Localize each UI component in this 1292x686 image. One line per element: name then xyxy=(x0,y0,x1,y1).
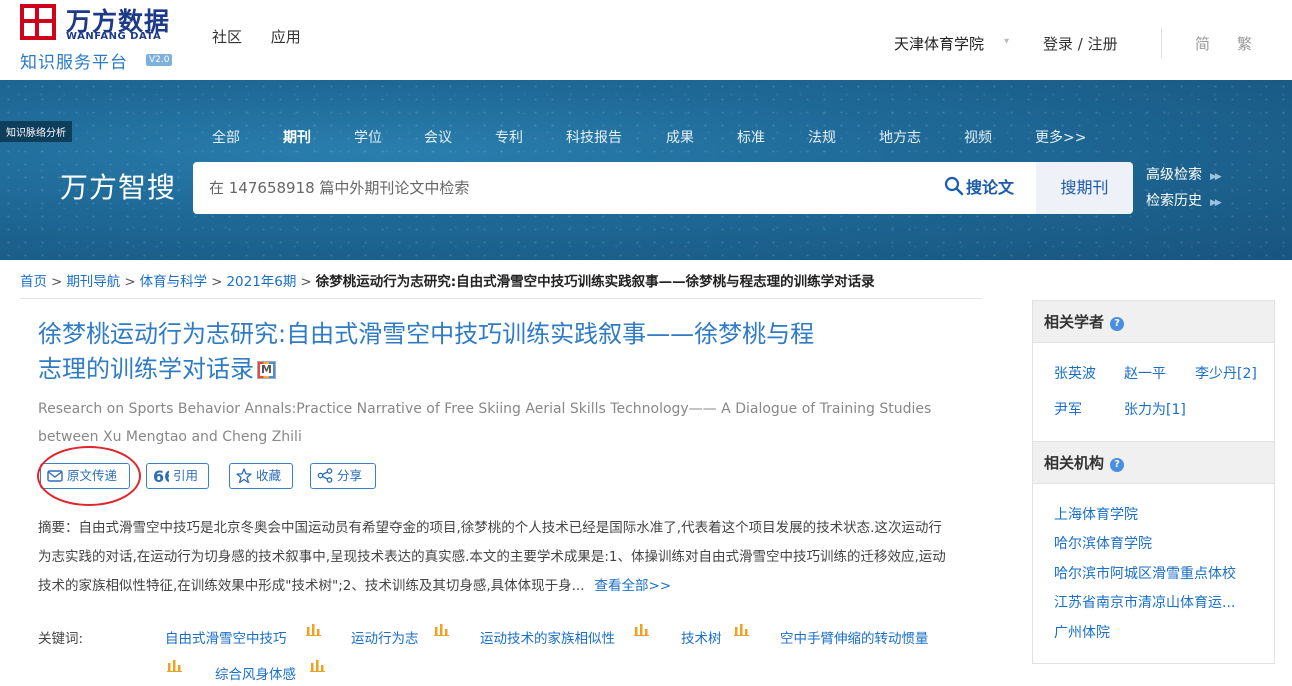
logo-subtitle: 知识服务平台 xyxy=(20,53,128,73)
cite-button[interactable]: 66 引用 xyxy=(146,463,209,489)
star-icon xyxy=(236,468,252,484)
abstract-text: 自由式滑雪空中技巧是北京冬奥会中国运动员有希望夺金的项目,徐梦桃的个人技术已经是… xyxy=(38,520,946,594)
category-all[interactable]: 全部 xyxy=(212,127,240,147)
logo-text-en: WANFANG DATA xyxy=(66,31,162,42)
keyword-link[interactable]: 运动技术的家族相似性 xyxy=(480,627,615,647)
related-scholars-panel: 相关学者? 张英波 赵一平 李少丹[2] 尹军 张力为[1] xyxy=(1032,300,1275,442)
category-tech-report[interactable]: 科技报告 xyxy=(566,127,622,147)
advanced-search-label: 高级检索 xyxy=(1146,167,1202,183)
help-icon[interactable]: ? xyxy=(1110,317,1125,331)
favorite-button[interactable]: 收藏 xyxy=(229,463,293,489)
logo-mark-icon xyxy=(20,4,56,40)
scholar-link[interactable]: 张力为[1] xyxy=(1124,399,1186,419)
org-link[interactable]: 哈尔滨市阿城区滑雪重点体校 xyxy=(1054,563,1236,583)
mendeley-icon[interactable] xyxy=(257,361,276,379)
category-patent[interactable]: 专利 xyxy=(495,127,523,147)
category-standard[interactable]: 标准 xyxy=(737,127,765,147)
nav-community[interactable]: 社区 xyxy=(212,28,242,46)
search-icon xyxy=(944,176,964,196)
keyword-link[interactable]: 综合风身体感 xyxy=(215,663,296,683)
scholar-link[interactable]: 李少丹[2] xyxy=(1195,363,1257,383)
keywords-label: 关键词: xyxy=(38,631,84,647)
breadcrumb-home[interactable]: 首页 xyxy=(20,274,47,290)
favorite-label: 收藏 xyxy=(256,468,282,483)
double-arrow-icon: ▶▶ xyxy=(1210,172,1222,182)
lang-simplified[interactable]: 简 xyxy=(1195,33,1210,54)
article-title-line2: 志理的训练学对话录 xyxy=(38,355,254,383)
search-paper-label: 搜论文 xyxy=(966,178,1015,197)
divider xyxy=(1161,28,1162,58)
breadcrumb-journal-nav[interactable]: 期刊导航 xyxy=(66,274,120,290)
abstract: 摘要：自由式滑雪空中技巧是北京冬奥会中国运动员有希望夺金的项目,徐梦桃的个人技术… xyxy=(38,514,953,601)
login-register-link[interactable]: 登录 / 注册 xyxy=(1043,33,1118,54)
org-link[interactable]: 江苏省南京市清凉山体育运... xyxy=(1054,592,1235,612)
nav-apps[interactable]: 应用 xyxy=(271,28,301,46)
category-law[interactable]: 法规 xyxy=(808,127,836,147)
article-title: 徐梦桃运动行为志研究:自由式滑雪空中技巧训练实践叙事——徐梦桃与程 志理的训练学… xyxy=(38,317,878,387)
related-scholars-header: 相关学者? xyxy=(1033,301,1274,343)
keyword-link[interactable]: 运动行为志 xyxy=(351,627,419,647)
top-nav: 社区 应用 xyxy=(212,26,325,47)
divider xyxy=(20,298,982,299)
related-orgs-title: 相关机构 xyxy=(1044,454,1105,472)
bar-chart-icon[interactable] xyxy=(434,624,449,636)
advanced-search-link[interactable]: 高级检索 ▶▶ xyxy=(1146,164,1222,184)
bar-chart-icon[interactable] xyxy=(167,660,182,672)
wanfang-logo[interactable]: 万方数据 WANFANG DATA 知识服务平台 V2.0 xyxy=(20,2,190,74)
annotation-circle xyxy=(37,446,141,506)
org-link[interactable]: 哈尔滨体育学院 xyxy=(1054,533,1152,553)
abstract-label: 摘要： xyxy=(38,520,79,536)
search-history-link[interactable]: 检索历史 ▶▶ xyxy=(1146,190,1222,210)
category-more[interactable]: 更多>> xyxy=(1035,127,1086,147)
chevron-down-icon[interactable]: ▾ xyxy=(1004,36,1009,47)
bar-chart-icon[interactable] xyxy=(634,624,649,636)
double-arrow-icon: ▶▶ xyxy=(1210,198,1222,208)
quote-icon: 66 xyxy=(153,467,175,486)
top-header: 万方数据 WANFANG DATA 知识服务平台 V2.0 社区 应用 天津体育… xyxy=(0,0,1292,80)
institution-name[interactable]: 天津体育学院 xyxy=(894,33,984,54)
brand-title: 万方智搜 xyxy=(60,171,177,204)
lang-traditional[interactable]: 繁 xyxy=(1237,33,1252,54)
org-link[interactable]: 广州体院 xyxy=(1054,622,1110,642)
knowledge-map-tag[interactable]: 知识脉络分析 xyxy=(0,121,72,142)
scholar-link[interactable]: 张英波 xyxy=(1054,363,1096,383)
bar-chart-icon[interactable] xyxy=(310,660,325,672)
category-journal[interactable]: 期刊 xyxy=(283,127,311,147)
keyword-link[interactable]: 自由式滑雪空中技巧 xyxy=(165,627,287,647)
scholar-link[interactable]: 赵一平 xyxy=(1124,363,1166,383)
view-all-link[interactable]: 查看全部>> xyxy=(595,578,672,594)
search-journal-button[interactable]: 搜期刊 xyxy=(1036,162,1133,214)
breadcrumb: 首页 > 期刊导航 > 体育与科学 >2021年6期 > 徐梦桃运动行为志研究:自由式滑雪空中… xyxy=(20,274,875,290)
related-orgs-header: 相关机构? xyxy=(1033,442,1274,484)
article-title-line1: 徐梦桃运动行为志研究:自由式滑雪空中技巧训练实践叙事——徐梦桃与程 xyxy=(38,320,815,348)
search-paper-button[interactable]: 搜论文 xyxy=(944,162,1036,214)
related-scholars-title: 相关学者 xyxy=(1044,313,1105,331)
org-link[interactable]: 上海体育学院 xyxy=(1054,504,1138,524)
search-input[interactable] xyxy=(209,162,909,214)
breadcrumb-current: 徐梦桃运动行为志研究:自由式滑雪空中技巧训练实践叙事——徐梦桃与程志理的训练学对… xyxy=(315,274,875,290)
category-conference[interactable]: 会议 xyxy=(424,127,452,147)
category-local-gazette[interactable]: 地方志 xyxy=(879,127,921,147)
search-box xyxy=(193,162,1036,214)
article-english-title: Research on Sports Behavior Annals:Pract… xyxy=(38,401,932,445)
share-icon xyxy=(317,468,333,483)
svg-text:66: 66 xyxy=(153,469,169,483)
keyword-link[interactable]: 空中手臂伸缩的转动惯量 xyxy=(780,627,929,647)
breadcrumb-journal[interactable]: 体育与科学 xyxy=(140,274,208,290)
share-label: 分享 xyxy=(337,468,363,483)
cite-label: 引用 xyxy=(173,468,199,483)
keyword-link[interactable]: 技术树 xyxy=(681,627,722,647)
share-button[interactable]: 分享 xyxy=(310,463,376,489)
version-badge: V2.0 xyxy=(146,54,173,66)
category-achievement[interactable]: 成果 xyxy=(666,127,694,147)
scholar-link[interactable]: 尹军 xyxy=(1054,399,1082,419)
breadcrumb-issue[interactable]: 2021年6期 xyxy=(226,274,296,290)
category-degree[interactable]: 学位 xyxy=(354,127,382,147)
help-icon[interactable]: ? xyxy=(1110,458,1125,472)
bar-chart-icon[interactable] xyxy=(734,624,749,636)
search-history-label: 检索历史 xyxy=(1146,193,1202,209)
category-video[interactable]: 视频 xyxy=(964,127,992,147)
related-orgs-panel: 相关机构? 上海体育学院 哈尔滨体育学院 哈尔滨市阿城区滑雪重点体校 江苏省南京… xyxy=(1032,442,1275,664)
bar-chart-icon[interactable] xyxy=(306,624,321,636)
